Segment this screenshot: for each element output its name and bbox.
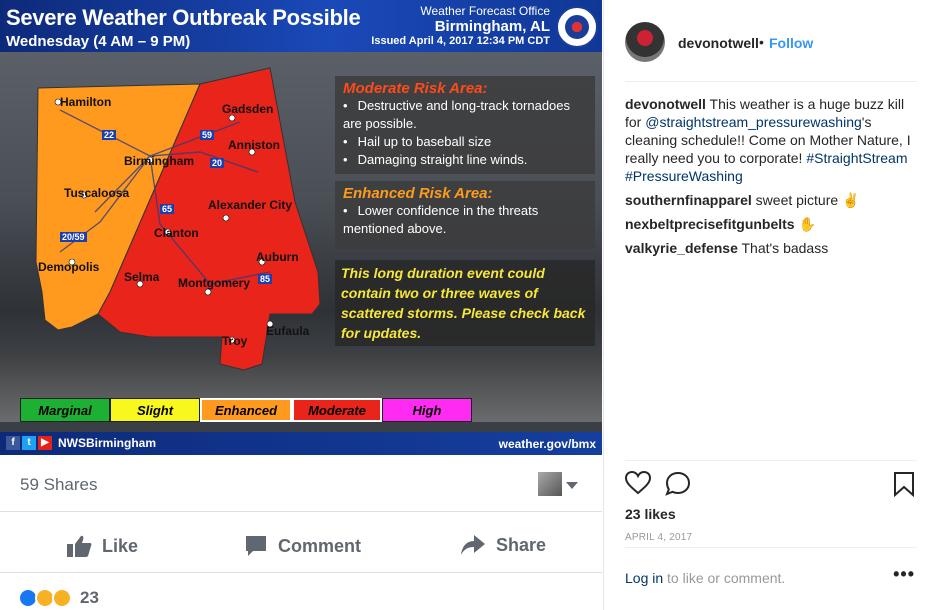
city-label: Alexander City <box>208 198 293 212</box>
thumbs-up-icon <box>67 535 92 557</box>
follow-button[interactable]: Follow <box>769 35 813 51</box>
comment-text: sweet picture ✌ <box>751 192 860 208</box>
footer-handle: NWSBirmingham <box>58 436 157 450</box>
comment-username[interactable]: nexbeltprecisefitgunbelts <box>625 216 795 232</box>
graphic-header: Severe Weather Outbreak Possible Wednesd… <box>0 0 602 52</box>
comment-username[interactable]: valkyrie_defense <box>625 240 738 256</box>
legend-moderate: Moderate <box>292 398 382 422</box>
legend-marginal: Marginal <box>20 398 110 422</box>
moderate-risk-item: Hail up to baseball size <box>343 133 587 151</box>
city-label: Auburn <box>256 250 299 264</box>
caption-hashtag[interactable]: #StraightStream <box>806 150 907 166</box>
caption-hashtag[interactable]: #PressureWashing <box>625 168 743 184</box>
avatar[interactable] <box>625 22 665 62</box>
city-label: Birmingham <box>124 154 195 168</box>
road-shield: 20/59 <box>60 232 87 242</box>
twitter-icon: t <box>22 436 36 450</box>
city-label: Selma <box>124 270 160 284</box>
risk-legend: Marginal Slight Enhanced Moderate High <box>20 398 472 422</box>
city-label: Tuscaloosa <box>64 186 130 200</box>
enhanced-risk-title: Enhanced Risk Area: <box>343 185 493 202</box>
share-arrow-icon <box>461 535 485 555</box>
city-label: Demopolis <box>38 260 100 274</box>
office-info: Weather Forecast Office Birmingham, AL I… <box>371 4 550 49</box>
caption-username[interactable]: devonotwell <box>625 96 706 112</box>
comment-username[interactable]: southernfinapparel <box>625 192 752 208</box>
road-shield: 85 <box>258 274 273 284</box>
shares-row: 59 Shares <box>0 460 602 512</box>
legend-high: High <box>382 398 472 422</box>
comment-row: nexbeltprecisefitgunbelts ✋ <box>625 216 917 233</box>
viewer-avatar[interactable] <box>538 472 562 496</box>
login-prompt: Log in to like or comment. <box>625 570 785 586</box>
likes-count[interactable]: 23 likes <box>625 506 676 522</box>
comment-text: ✋ <box>794 216 816 232</box>
city-label: Eufaula <box>266 324 310 338</box>
comment-button[interactable]: Comment <box>244 534 361 558</box>
moderate-risk-item: Destructive and long-track tornadoes are… <box>343 97 587 133</box>
comment-icon <box>246 536 266 556</box>
weather-graphic[interactable]: Severe Weather Outbreak Possible Wednesd… <box>0 0 602 455</box>
heart-icon[interactable] <box>625 471 651 495</box>
post-actions: 23 likes APRIL 4, 2017 <box>625 460 917 544</box>
more-options-icon[interactable]: ••• <box>893 564 915 585</box>
post-header: devonotwell • Follow <box>625 22 917 82</box>
facebook-post: Severe Weather Outbreak Possible Wednesd… <box>0 0 604 610</box>
login-link[interactable]: Log in <box>625 570 663 586</box>
graphic-subtitle: Wednesday (4 AM – 9 PM) <box>6 33 191 50</box>
share-label: Share <box>496 534 547 555</box>
share-button[interactable]: Share <box>460 534 546 556</box>
reaction-count: 23 <box>80 587 99 607</box>
city-label: Anniston <box>228 138 280 152</box>
shares-count[interactable]: 59 Shares <box>20 475 98 495</box>
city-label: Hamilton <box>60 95 112 109</box>
separator-dot: • <box>759 34 764 50</box>
screenshot-frame: Severe Weather Outbreak Possible Wednesd… <box>0 0 942 610</box>
nws-logo <box>556 6 598 48</box>
moderate-risk-box: Moderate Risk Area: Destructive and long… <box>335 76 595 174</box>
city-label: Troy <box>222 334 248 348</box>
legend-enhanced: Enhanced <box>200 398 292 422</box>
footer-url: weather.gov/bmx <box>498 437 596 451</box>
enhanced-risk-item: Lower confidence in the threats mentione… <box>343 202 587 238</box>
facebook-icon: f <box>6 436 20 450</box>
instagram-panel: devonotwell • Follow devonotwell This we… <box>605 0 942 610</box>
post-caption: devonotwell This weather is a huge buzz … <box>625 95 917 185</box>
graphic-title: Severe Weather Outbreak Possible <box>6 5 361 30</box>
road-shield: 22 <box>102 130 117 140</box>
reactions-row[interactable]: 23 <box>0 585 99 610</box>
action-bar: Like Comment Share <box>0 515 602 573</box>
office-line2: Birmingham, AL <box>434 18 550 35</box>
enhanced-risk-box: Enhanced Risk Area: Lower confidence in … <box>335 181 595 249</box>
comment-row: valkyrie_defense That's badass <box>625 240 917 256</box>
road-shield: 65 <box>160 204 175 214</box>
city-label: Gadsden <box>222 102 274 116</box>
comment-text: That's badass <box>737 240 829 256</box>
post-date: APRIL 4, 2017 <box>625 532 693 543</box>
city-label: Clanton <box>154 226 199 240</box>
graphic-footer: f t ▶ NWSBirmingham weather.gov/bmx <box>0 432 602 455</box>
chevron-down-icon[interactable] <box>566 482 578 489</box>
login-footer: Log in to like or comment. ••• <box>625 547 917 597</box>
comment-bubble-icon[interactable] <box>665 471 691 497</box>
like-label: Like <box>102 535 139 556</box>
office-line1: Weather Forecast Office <box>420 4 550 18</box>
road-shield: 20 <box>210 158 225 168</box>
moderate-risk-title: Moderate Risk Area: <box>343 80 488 97</box>
caption-mention[interactable]: @straightstream_pressurewashing <box>645 114 862 130</box>
post-username[interactable]: devonotwell <box>678 35 759 51</box>
long-duration-note: This long duration event could contain t… <box>335 260 595 346</box>
comment-row: southernfinapparel sweet picture ✌ <box>625 192 917 209</box>
moderate-risk-item: Damaging straight line winds. <box>343 151 587 169</box>
issued-text: Issued April 4, 2017 12:34 PM CDT <box>371 35 550 47</box>
comment-label: Comment <box>278 535 362 556</box>
city-label: Montgomery <box>178 276 250 290</box>
bookmark-icon[interactable] <box>893 471 915 497</box>
road-shield: 59 <box>200 130 215 140</box>
sad-reaction-icon <box>52 587 72 608</box>
like-button[interactable]: Like <box>66 534 138 558</box>
youtube-icon: ▶ <box>38 436 52 450</box>
legend-slight: Slight <box>110 398 200 422</box>
login-text: to like or comment. <box>663 570 786 586</box>
